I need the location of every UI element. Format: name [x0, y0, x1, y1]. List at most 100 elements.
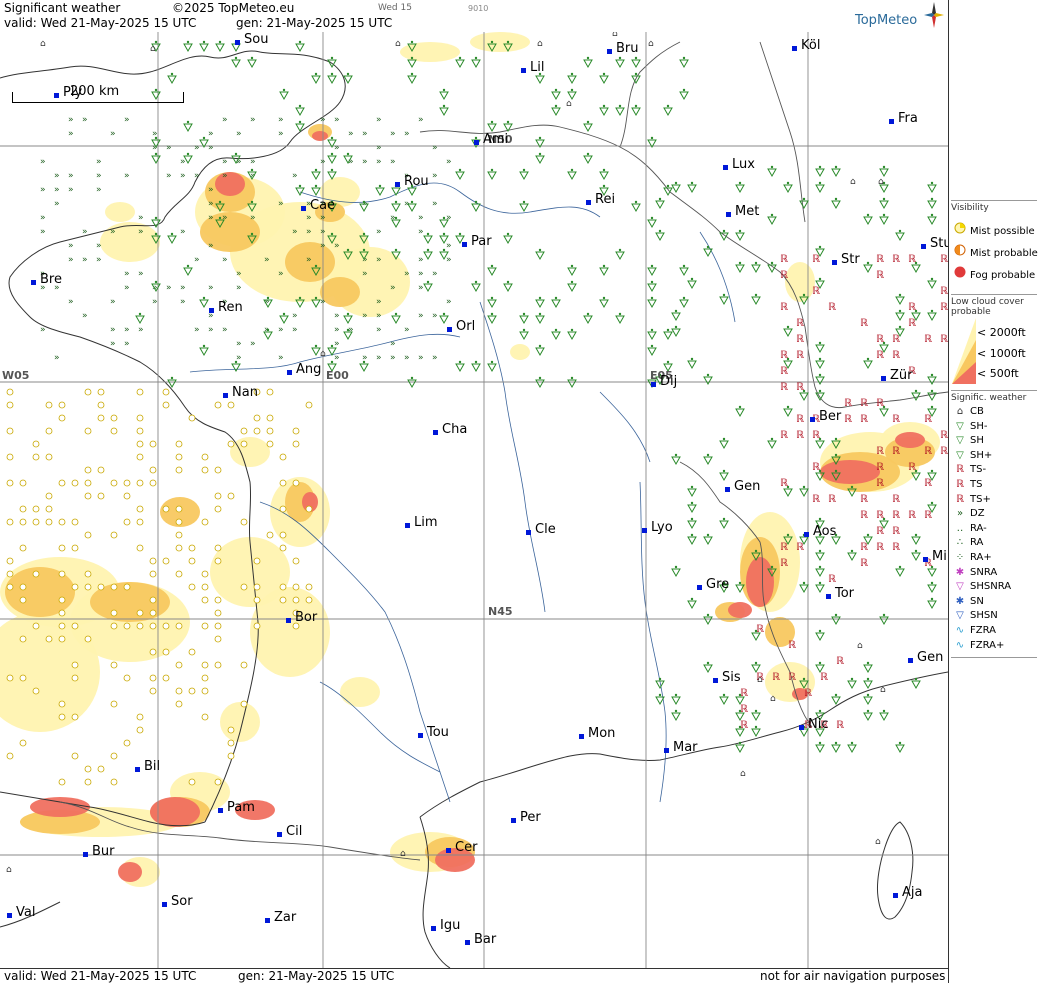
- svg-text:»: »: [222, 325, 228, 335]
- shower-icon: [295, 107, 305, 117]
- svg-text:»: »: [82, 255, 88, 265]
- svg-text:⌂: ⌂: [757, 675, 763, 685]
- shower-icon: [863, 664, 873, 674]
- shower-icon: [183, 267, 193, 277]
- logo-text: TopMeteo: [855, 13, 918, 28]
- svg-text:ℝ: ℝ: [796, 350, 804, 361]
- svg-text:»: »: [250, 339, 256, 349]
- city-name: Cle: [535, 522, 556, 537]
- mist-icon: [45, 635, 53, 643]
- mist-icon: [123, 583, 131, 591]
- shower-icon: [719, 440, 729, 450]
- shower-icon: [863, 680, 873, 690]
- svg-text:»: »: [208, 143, 214, 153]
- cloud-area: [220, 702, 260, 742]
- shower-icon: [815, 344, 825, 354]
- mist-icon: [175, 466, 183, 474]
- svg-text:»: »: [236, 283, 242, 293]
- city-name: Gre: [706, 577, 730, 592]
- cloud-area: [728, 602, 752, 618]
- svg-text:ℝ: ℝ: [940, 430, 948, 441]
- shower-icon: [815, 168, 825, 178]
- city-name: Ang: [296, 362, 322, 377]
- mist-icon: [175, 440, 183, 448]
- svg-text:ℝ: ℝ: [876, 478, 884, 489]
- city-marker-icon: [511, 818, 516, 823]
- mist-icon: [188, 557, 196, 565]
- svg-text:ℝ: ℝ: [812, 254, 820, 265]
- city-label: Ren: [209, 300, 243, 315]
- svg-text:»: »: [334, 353, 340, 363]
- shower-icon: [815, 632, 825, 642]
- svg-text:»: »: [320, 213, 326, 223]
- shower-icon: [783, 184, 793, 194]
- svg-text:»: »: [208, 129, 214, 139]
- svg-text:ℝ: ℝ: [940, 334, 948, 345]
- shower-icon: [615, 315, 625, 325]
- shower-icon: [767, 440, 777, 450]
- mist-icon: [214, 596, 222, 604]
- city-label: Zar: [265, 910, 296, 925]
- mist-icon: [84, 583, 92, 591]
- svg-text:»: »: [320, 157, 326, 167]
- legend-mist-probable: Mist probable: [953, 244, 1038, 259]
- city-marker-icon: [54, 93, 59, 98]
- shower-icon: [455, 171, 465, 181]
- svg-text:ℝ: ℝ: [780, 302, 788, 313]
- shower-icon: [863, 216, 873, 226]
- city-name: Str: [841, 252, 860, 267]
- city-marker-icon: [287, 370, 292, 375]
- svg-text:ℝ: ℝ: [780, 270, 788, 281]
- mist-icon: [305, 596, 313, 604]
- svg-text:»: »: [40, 227, 46, 237]
- svg-text:»: »: [334, 311, 340, 321]
- shower-icon: [815, 552, 825, 562]
- mist-icon: [253, 414, 261, 422]
- city-label: Str: [832, 252, 860, 267]
- mist-icon: [188, 687, 196, 695]
- shower-icon: [927, 184, 937, 194]
- city-marker-icon: [826, 594, 831, 599]
- shower-icon: [687, 280, 697, 290]
- shower-icon: [911, 536, 921, 546]
- shower-icon: [863, 712, 873, 722]
- shower-icon: [687, 184, 697, 194]
- mist-icon: [227, 726, 235, 734]
- shower-icon: [847, 552, 857, 562]
- shower-icon: [847, 744, 857, 754]
- mist-icon: [201, 570, 209, 578]
- shower-icon: [487, 363, 497, 373]
- cloud-area: [150, 797, 200, 827]
- shower-icon: [583, 59, 593, 69]
- svg-text:»: »: [376, 353, 382, 363]
- shower-icon: [199, 347, 209, 357]
- city-marker-icon: [265, 918, 270, 923]
- mist-icon: [71, 544, 79, 552]
- weather-map[interactable]: » » » » » » » » » » » » » » » » » » » » » » » » » » » » » » » » » » » » » » » »…: [0, 32, 948, 968]
- shower-icon: [551, 107, 561, 117]
- svg-text:ℝ: ℝ: [780, 558, 788, 569]
- svg-text:»: »: [96, 185, 102, 195]
- svg-text:»: »: [68, 255, 74, 265]
- shower-icon: [687, 600, 697, 610]
- mist-icon: [136, 414, 144, 422]
- svg-text:»: »: [40, 157, 46, 167]
- mist-icon: [84, 479, 92, 487]
- shower-icon: [519, 331, 529, 341]
- legend-weather-item: ✱ SN: [953, 596, 984, 607]
- city-name: Per: [520, 810, 541, 825]
- shower-icon: [679, 59, 689, 69]
- svg-text:»: »: [124, 171, 130, 181]
- svg-text:⌂: ⌂: [878, 177, 884, 187]
- svg-text:»: »: [432, 171, 438, 181]
- cloud-area: [230, 437, 270, 467]
- mist-icon: [58, 778, 66, 786]
- svg-text:»: »: [68, 185, 74, 195]
- svg-text:⌂: ⌂: [740, 769, 746, 779]
- svg-text:⌂: ⌂: [566, 99, 572, 109]
- mist-icon: [123, 492, 131, 500]
- cloud-area: [250, 587, 330, 677]
- mist-icon: [214, 505, 222, 513]
- city-marker-icon: [301, 206, 306, 211]
- mist-icon: [45, 492, 53, 500]
